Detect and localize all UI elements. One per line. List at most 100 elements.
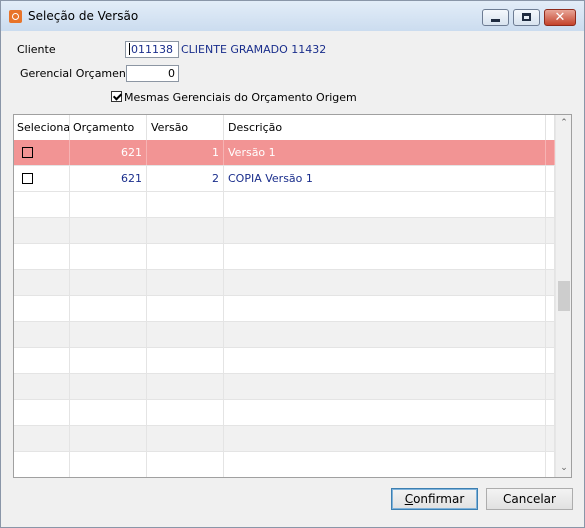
versions-grid: Selecionar Orçamento Versão Descrição 62… <box>13 114 572 478</box>
close-button[interactable]: ✕ <box>544 9 576 26</box>
descricao-cell: COPIA Versão 1 <box>224 166 546 191</box>
scroll-up-icon[interactable]: ⌃ <box>556 115 571 132</box>
minimize-icon <box>491 19 500 22</box>
empty-row <box>14 348 555 374</box>
close-icon: ✕ <box>554 10 566 25</box>
empty-cell <box>147 452 224 477</box>
empty-cell <box>147 244 224 269</box>
empty-cell <box>147 192 224 217</box>
empty-cell <box>70 374 147 399</box>
empty-row <box>14 400 555 426</box>
empty-row <box>14 218 555 244</box>
empty-cell <box>546 348 555 373</box>
empty-cell <box>14 218 70 243</box>
column-header-orcamento[interactable]: Orçamento <box>70 115 147 140</box>
grid-header: Selecionar Orçamento Versão Descrição <box>14 115 555 141</box>
empty-row <box>14 244 555 270</box>
gerencial-orcamento-input[interactable]: 0 <box>126 65 179 82</box>
empty-cell <box>546 452 555 477</box>
grid-vertical-scrollbar[interactable]: ⌃ ⌄ <box>555 115 571 477</box>
empty-cell <box>224 400 546 425</box>
empty-cell <box>546 296 555 321</box>
empty-row <box>14 374 555 400</box>
orcamento-cell: 621 <box>70 166 147 191</box>
row-select-checkbox[interactable] <box>22 173 33 184</box>
scroll-down-icon[interactable]: ⌄ <box>556 460 571 477</box>
empty-cell <box>14 270 70 295</box>
empty-row <box>14 270 555 296</box>
empty-cell <box>147 270 224 295</box>
column-header-selecionar[interactable]: Selecionar <box>14 115 70 140</box>
empty-cell <box>546 322 555 347</box>
confirm-label: onfirmar <box>413 492 465 506</box>
column-header-filler <box>546 115 555 140</box>
filler-cell <box>546 140 555 165</box>
table-row[interactable]: 621 2 COPIA Versão 1 <box>14 166 555 192</box>
empty-cell <box>14 192 70 217</box>
empty-row <box>14 452 555 477</box>
cliente-id-input[interactable]: 011138 <box>125 41 179 58</box>
column-header-descricao[interactable]: Descrição <box>224 115 546 140</box>
empty-cell <box>224 452 546 477</box>
empty-cell <box>70 348 147 373</box>
gerencial-label: Gerencial Orçamento <box>20 67 137 80</box>
empty-cell <box>14 244 70 269</box>
mesmas-gerenciais-label[interactable]: Mesmas Gerenciais do Orçamento Origem <box>124 91 357 104</box>
empty-cell <box>546 426 555 451</box>
empty-cell <box>14 426 70 451</box>
empty-cell <box>70 270 147 295</box>
empty-cell <box>546 400 555 425</box>
descricao-cell: Versão 1 <box>224 140 546 165</box>
window-title: Seleção de Versão <box>28 9 139 23</box>
row-select-cell[interactable] <box>14 140 70 165</box>
empty-cell <box>546 244 555 269</box>
empty-cell <box>224 296 546 321</box>
mesmas-gerenciais-checkbox[interactable] <box>111 91 122 102</box>
text-cursor <box>129 43 130 55</box>
empty-cell <box>14 400 70 425</box>
empty-cell <box>14 296 70 321</box>
empty-cell <box>147 296 224 321</box>
empty-cell <box>546 374 555 399</box>
empty-cell <box>147 426 224 451</box>
empty-cell <box>70 400 147 425</box>
empty-cell <box>224 244 546 269</box>
cliente-label: Cliente <box>17 43 56 56</box>
empty-cell <box>147 374 224 399</box>
empty-cell <box>546 270 555 295</box>
app-icon <box>9 10 22 23</box>
empty-cell <box>147 218 224 243</box>
empty-cell <box>14 452 70 477</box>
empty-cell <box>70 192 147 217</box>
empty-cell <box>224 218 546 243</box>
empty-cell <box>14 374 70 399</box>
empty-cell <box>70 426 147 451</box>
empty-cell <box>70 322 147 347</box>
cliente-name: CLIENTE GRAMADO 11432 <box>181 43 327 56</box>
row-select-checkbox[interactable] <box>22 147 33 158</box>
minimize-button[interactable] <box>482 9 509 26</box>
maximize-button[interactable] <box>513 9 540 26</box>
empty-cell <box>224 348 546 373</box>
empty-cell <box>70 244 147 269</box>
empty-cell <box>224 192 546 217</box>
empty-cell <box>70 452 147 477</box>
confirm-accelerator: C <box>404 492 414 506</box>
maximize-icon <box>522 13 531 21</box>
empty-cell <box>224 374 546 399</box>
empty-row <box>14 296 555 322</box>
empty-cell <box>147 348 224 373</box>
empty-cell <box>70 218 147 243</box>
empty-row <box>14 322 555 348</box>
scrollbar-thumb[interactable] <box>558 281 570 311</box>
confirm-button[interactable]: Confirmar <box>391 488 478 510</box>
filler-cell <box>546 166 555 191</box>
cancel-button[interactable]: Cancelar <box>486 488 573 510</box>
row-select-cell[interactable] <box>14 166 70 191</box>
empty-cell <box>546 192 555 217</box>
versao-cell: 1 <box>147 140 224 165</box>
empty-cell <box>147 400 224 425</box>
title-bar[interactable]: Seleção de Versão ✕ <box>1 1 584 31</box>
column-header-versao[interactable]: Versão <box>147 115 224 140</box>
table-row[interactable]: 621 1 Versão 1 <box>14 140 555 166</box>
